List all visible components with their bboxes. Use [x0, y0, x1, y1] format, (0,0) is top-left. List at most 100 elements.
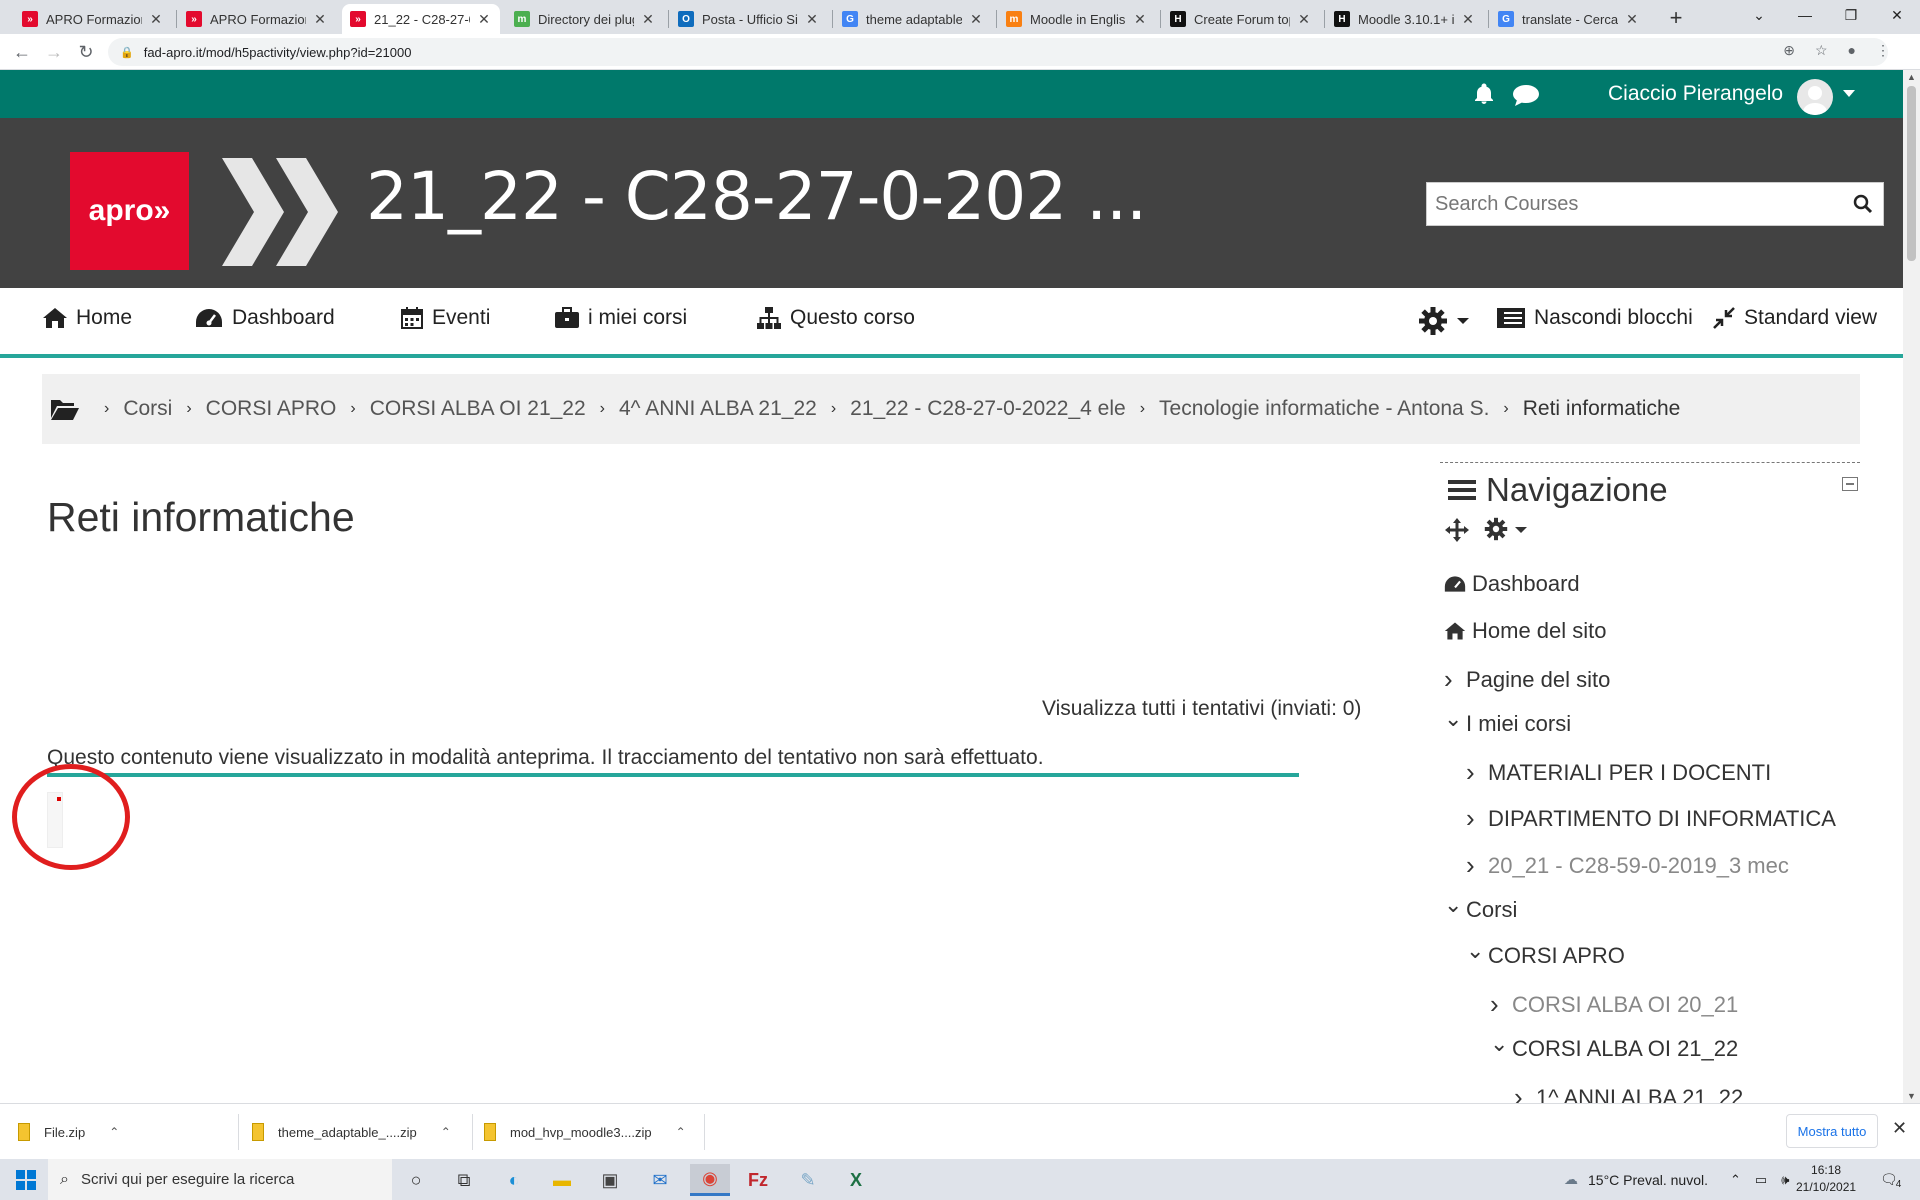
page-scrollbar[interactable]: ▲ ▼	[1903, 70, 1920, 1103]
zoom-icon[interactable]: ⊕	[1783, 42, 1795, 59]
nav-tree-item[interactable]: › CORSI ALBA OI 20_21	[1490, 989, 1738, 1020]
nav-tree-item[interactable]: Home del sito	[1444, 618, 1607, 644]
chevron-down-icon[interactable]: ⌄	[1466, 938, 1488, 964]
chevron-right-icon[interactable]: ›	[1466, 850, 1488, 881]
notifications-bell-icon[interactable]	[1472, 82, 1496, 106]
close-tab-icon[interactable]: ✕	[1624, 11, 1640, 28]
close-window-button[interactable]: ✕	[1874, 0, 1920, 30]
nav-tree-item[interactable]: ⌄ CORSI ALBA OI 21_22	[1490, 1031, 1738, 1062]
menu-home[interactable]: Home	[42, 306, 132, 330]
download-options-chevron-icon[interactable]: ⌃	[109, 1125, 119, 1139]
task-view-icon[interactable]: ⧉	[444, 1164, 484, 1196]
browser-tab[interactable]: Gtheme adaptable n ✕	[834, 4, 992, 34]
cortana-icon[interactable]: ○	[396, 1164, 436, 1196]
user-menu-caret-icon[interactable]	[1843, 90, 1855, 97]
taskbar-search-box[interactable]: ⌕ Scrivi qui per eseguire la ricerca	[48, 1159, 392, 1200]
user-avatar[interactable]	[1797, 79, 1833, 115]
nav-tree-item[interactable]: › 20_21 - C28-59-0-2019_3 mec	[1466, 850, 1789, 881]
hide-blocks-button[interactable]: Nascondi blocchi	[1496, 306, 1693, 330]
close-tab-icon[interactable]: ✕	[476, 11, 492, 28]
scrollbar-thumb[interactable]	[1907, 86, 1916, 261]
close-downloads-icon[interactable]: ✕	[1892, 1118, 1907, 1139]
nav-tree-item[interactable]: › Pagine del sito	[1444, 664, 1610, 695]
browser-tab[interactable]: » APRO Formazione ✕	[178, 4, 336, 34]
filezilla-icon[interactable]: Fz	[738, 1164, 778, 1196]
nav-tree-item[interactable]: ⌄ Corsi	[1444, 892, 1517, 923]
nav-tree-item[interactable]: › DIPARTIMENTO DI INFORMATICA	[1466, 803, 1836, 834]
nav-tree-item[interactable]: ⌄ CORSI APRO	[1466, 938, 1625, 969]
move-icon[interactable]	[1444, 517, 1470, 543]
folder-open-icon[interactable]	[50, 397, 80, 421]
close-tab-icon[interactable]: ✕	[1296, 11, 1312, 28]
new-tab-button[interactable]: +	[1662, 4, 1690, 32]
nav-tree-item[interactable]: › 1^ ANNI ALBA 21_22	[1514, 1082, 1743, 1103]
breadcrumb-item[interactable]: 21_22 - C28-27-0-2022_4 ele	[850, 397, 1126, 421]
search-icon[interactable]	[1843, 183, 1883, 225]
chevron-right-icon[interactable]: ›	[1514, 1082, 1536, 1103]
download-options-chevron-icon[interactable]: ⌃	[441, 1125, 451, 1139]
breadcrumb-item[interactable]: Corsi	[123, 397, 172, 421]
tab-search-icon[interactable]: ⌄	[1736, 0, 1782, 30]
chevron-right-icon[interactable]: ›	[1444, 664, 1466, 695]
breadcrumb-item[interactable]: CORSI ALBA OI 21_22	[370, 397, 586, 421]
browser-tab[interactable]: O Posta - Ufficio Siste ✕	[670, 4, 828, 34]
browser-tab[interactable]: H Create Forum topic ✕	[1162, 4, 1320, 34]
close-tab-icon[interactable]: ✕	[640, 11, 656, 28]
url-field[interactable]: 🔒 fad-apro.it/mod/h5pactivity/view.php?i…	[108, 38, 1888, 66]
excel-icon[interactable]: X	[836, 1164, 876, 1196]
nav-tree-item[interactable]: › MATERIALI PER I DOCENTI	[1466, 757, 1771, 788]
close-tab-icon[interactable]: ✕	[968, 11, 984, 28]
notepad-icon[interactable]: ✎	[788, 1164, 828, 1196]
file-explorer-icon[interactable]: ▬	[542, 1164, 582, 1196]
close-tab-icon[interactable]: ✕	[148, 11, 164, 28]
menu-my-courses[interactable]: i miei corsi	[554, 306, 687, 330]
close-tab-icon[interactable]: ✕	[312, 11, 328, 28]
download-item[interactable]: File.zip ⌃	[18, 1114, 119, 1150]
edge-icon[interactable]: ◐	[494, 1164, 534, 1196]
close-tab-icon[interactable]: ✕	[1460, 11, 1476, 28]
breadcrumb-item[interactable]: CORSI APRO	[206, 397, 337, 421]
chevron-down-icon[interactable]: ⌄	[1444, 706, 1466, 732]
store-icon[interactable]: ▣	[590, 1164, 630, 1196]
browser-menu-icon[interactable]: ⋮	[1876, 42, 1890, 59]
weather-widget[interactable]: ☁ 15°C Preval. nuvol.	[1564, 1159, 1708, 1200]
chevron-down-icon[interactable]: ⌄	[1444, 892, 1466, 918]
browser-tab[interactable]: » 21_22 - C28-27-0- ✕	[342, 4, 500, 34]
show-all-downloads-button[interactable]: Mostra tutto	[1786, 1114, 1878, 1148]
notification-center[interactable]: 🗨 4	[1880, 1159, 1901, 1200]
chevron-right-icon[interactable]: ›	[1466, 803, 1488, 834]
maximize-button[interactable]: ❐	[1828, 0, 1874, 30]
windows-start-icon[interactable]	[16, 1170, 36, 1190]
chevron-down-icon[interactable]: ⌄	[1490, 1031, 1512, 1057]
nav-tree-item[interactable]: Dashboard	[1444, 571, 1580, 597]
download-options-chevron-icon[interactable]: ⌃	[676, 1125, 686, 1139]
menu-this-course[interactable]: Questo corso	[756, 306, 915, 330]
block-caret-down-icon[interactable]	[1514, 525, 1528, 535]
browser-tab[interactable]: H Moodle 3.10.1+ inte ✕	[1326, 4, 1484, 34]
messages-icon[interactable]	[1512, 84, 1540, 106]
network-icon[interactable]: ▭	[1755, 1172, 1767, 1188]
settings-menu[interactable]	[1418, 306, 1478, 336]
menu-events[interactable]: Eventi	[400, 306, 490, 330]
search-courses-input[interactable]	[1427, 192, 1843, 216]
nav-tree-item[interactable]: ⌄ I miei corsi	[1444, 706, 1571, 737]
mail-icon[interactable]: ✉	[640, 1164, 680, 1196]
chevron-right-icon[interactable]: ›	[1466, 757, 1488, 788]
view-attempts-link[interactable]: Visualizza tutti i tentativi (inviati: 0…	[1042, 697, 1361, 721]
user-name[interactable]: Ciaccio Pierangelo	[1608, 82, 1783, 106]
reload-button[interactable]: ↻	[74, 40, 98, 64]
browser-tab[interactable]: m Directory dei plugi ✕	[506, 4, 664, 34]
close-tab-icon[interactable]: ✕	[804, 11, 820, 28]
breadcrumb-item[interactable]: 4^ ANNI ALBA 21_22	[619, 397, 817, 421]
menu-dashboard[interactable]: Dashboard	[194, 306, 335, 330]
back-button[interactable]: ←	[10, 40, 34, 64]
browser-tab[interactable]: Gtranslate - Cerca co ✕	[1490, 4, 1648, 34]
breadcrumb-item[interactable]: Tecnologie informatiche - Antona S.	[1159, 397, 1489, 421]
browser-tab[interactable]: » APRO Formazione ✕	[14, 4, 172, 34]
profile-icon[interactable]: ●	[1848, 42, 1856, 59]
apro-logo[interactable]: apro»	[70, 152, 189, 270]
close-tab-icon[interactable]: ✕	[1132, 11, 1148, 28]
tray-chevron-icon[interactable]: ⌃	[1730, 1172, 1741, 1188]
download-item[interactable]: theme_adaptable_....zip ⌃	[252, 1114, 451, 1150]
chrome-icon[interactable]: ◉	[690, 1164, 730, 1196]
